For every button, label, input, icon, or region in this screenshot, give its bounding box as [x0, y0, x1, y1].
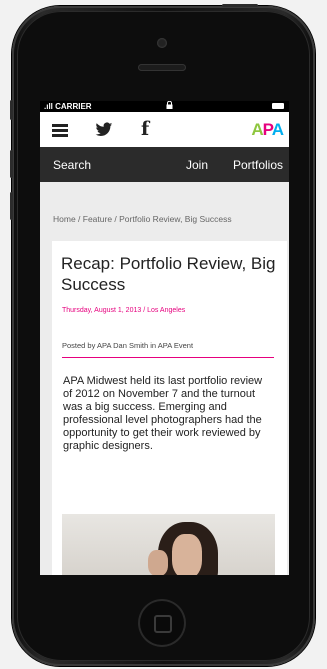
front-camera [157, 38, 167, 48]
mute-switch [10, 100, 13, 120]
twitter-icon[interactable] [95, 122, 113, 138]
screen: .ıll CARRIER f APA Search Join Portfolio… [40, 101, 289, 575]
power-button [222, 4, 258, 7]
apa-logo[interactable]: APA [251, 120, 284, 140]
article-card: Recap: Portfolio Review, Big Success Thu… [52, 241, 287, 575]
carrier-label: .ıll CARRIER [44, 102, 92, 111]
article-byline[interactable]: Posted by APA Dan Smith in APA Event [62, 341, 193, 350]
lock-icon [166, 101, 173, 112]
article-title: Recap: Portfolio Review, Big Success [61, 254, 276, 294]
battery-icon [272, 103, 284, 109]
article-body: APA Midwest held its last portfolio revi… [63, 375, 263, 452]
home-square-icon [154, 615, 172, 633]
portfolios-link[interactable]: Portfolios [233, 158, 283, 172]
logo-letter-1: A [251, 120, 263, 139]
article-date: Thursday, August 1, 2013 / Los Angeles [62, 307, 186, 314]
join-link[interactable]: Join [186, 158, 208, 172]
photo-face [172, 534, 202, 575]
photo-hand [148, 550, 168, 575]
menu-icon[interactable] [52, 124, 68, 137]
home-button[interactable] [138, 599, 186, 647]
facebook-icon[interactable]: f [141, 118, 149, 140]
volume-down-button [10, 192, 13, 220]
article-photo [62, 514, 275, 575]
logo-letter-2: P [262, 120, 273, 139]
status-bar: .ıll CARRIER [40, 101, 289, 112]
logo-letter-3: A [271, 120, 284, 139]
top-nav: f APA [40, 112, 289, 147]
sub-nav: Search Join Portfolios [40, 147, 289, 182]
breadcrumb[interactable]: Home / Feature / Portfolio Review, Big S… [53, 214, 232, 224]
earpiece-speaker [138, 64, 186, 71]
divider [62, 357, 274, 358]
volume-up-button [10, 150, 13, 178]
search-link[interactable]: Search [53, 158, 91, 172]
